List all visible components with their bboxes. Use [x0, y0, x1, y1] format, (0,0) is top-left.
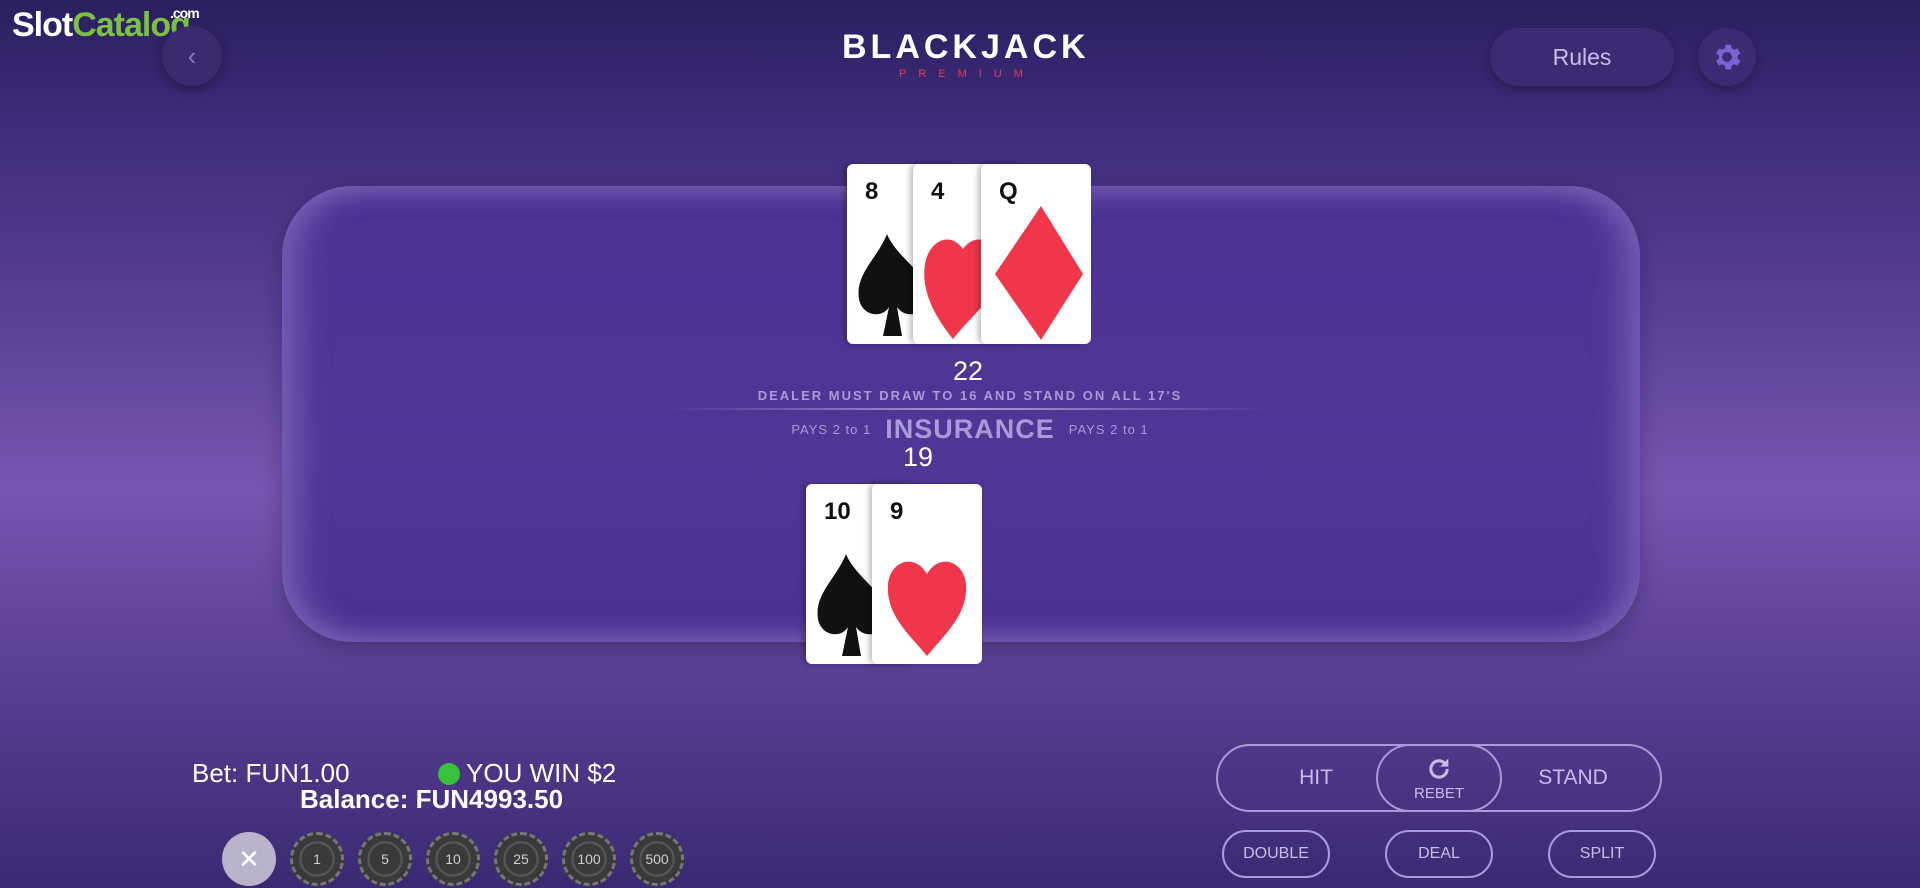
rules-button[interactable]: Rules — [1490, 28, 1674, 86]
dealer-card-3: Q — [981, 164, 1091, 344]
gear-icon — [1716, 44, 1741, 70]
chevron-left-icon: ‹ — [187, 40, 197, 71]
diamond-icon — [995, 206, 1083, 340]
insurance-pays-left: PAYS 2 to 1 — [791, 422, 872, 437]
rebet-label: REBET — [1413, 784, 1464, 802]
balance-info: Balance: FUN4993.50 — [300, 784, 563, 815]
close-icon: ✕ — [238, 843, 260, 874]
player-score: 19 — [902, 442, 934, 472]
insurance-row: PAYS 2 to 1 INSURANCE PAYS 2 to 1 — [720, 414, 1220, 445]
back-button[interactable]: ‹ — [162, 26, 222, 86]
logo-title: BLACKJACK — [842, 28, 1090, 66]
chip-10[interactable]: 10 — [426, 832, 480, 886]
dealer-rule-text: DEALER MUST DRAW TO 16 AND STAND ON ALL … — [757, 388, 1183, 403]
win-indicator-icon — [438, 763, 460, 785]
rule-divider — [670, 408, 1270, 410]
settings-button[interactable] — [1698, 28, 1756, 86]
slotcatalog-watermark: SlotCatalog .com — [12, 6, 200, 44]
deal-button[interactable]: DEAL — [1385, 830, 1493, 878]
double-button[interactable]: DOUBLE — [1222, 830, 1330, 878]
hit-button[interactable]: HIT — [1276, 766, 1356, 790]
watermark-part1: Slot — [12, 6, 73, 44]
chip-1[interactable]: 1 — [290, 832, 344, 886]
logo-subtitle: PREMIUM — [899, 68, 1035, 80]
rebet-button[interactable]: REBET — [1376, 744, 1502, 812]
balance-value: FUN4993.50 — [415, 784, 564, 814]
chip-25[interactable]: 25 — [494, 832, 548, 886]
chip-5[interactable]: 5 — [358, 832, 412, 886]
chip-tray: ✕ 1 5 10 25 100 500 — [222, 832, 684, 886]
split-button[interactable]: SPLIT — [1548, 830, 1656, 878]
insurance-label: INSURANCE — [885, 414, 1055, 444]
heart-icon — [887, 561, 967, 656]
dealer-score: 22 — [952, 356, 984, 386]
stand-button[interactable]: STAND — [1528, 766, 1618, 790]
clear-bet-button[interactable]: ✕ — [222, 832, 276, 886]
chip-500[interactable]: 500 — [630, 832, 684, 886]
insurance-pays-right: PAYS 2 to 1 — [1068, 422, 1149, 437]
chip-100[interactable]: 100 — [562, 832, 616, 886]
refresh-icon — [1429, 758, 1449, 779]
game-logo: BLACKJACK PREMIUM — [842, 28, 1090, 80]
balance-label: Balance: — [300, 784, 409, 814]
watermark-part3: .com — [170, 5, 200, 21]
player-card-2: 9 — [872, 484, 982, 664]
bet-label: Bet: — [192, 758, 239, 788]
